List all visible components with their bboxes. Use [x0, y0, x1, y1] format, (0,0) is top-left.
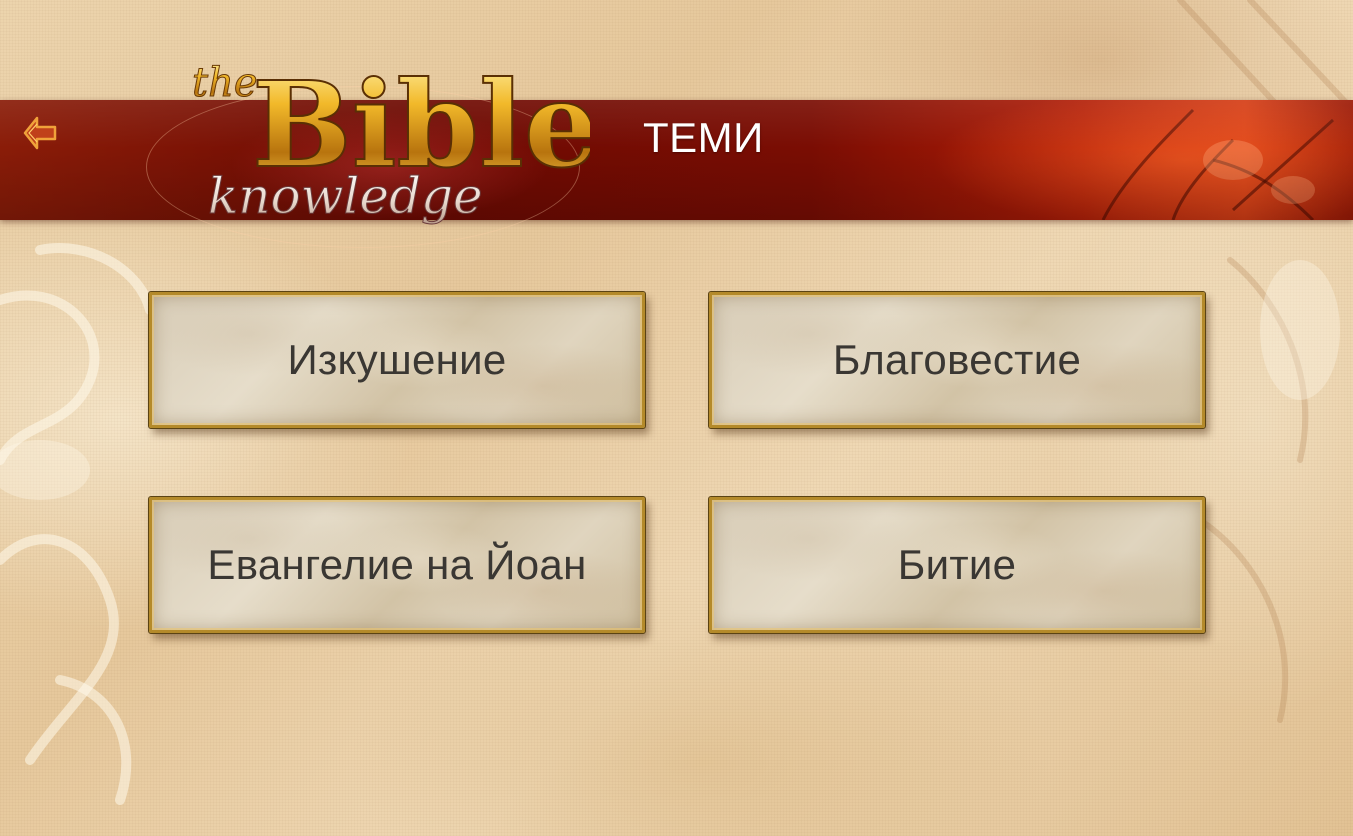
back-arrow-icon	[23, 116, 57, 150]
logo-knowledge-text: knowledge	[208, 167, 483, 225]
topic-button-temptation[interactable]: Изкушение	[148, 291, 646, 429]
header-artwork	[933, 100, 1353, 220]
topic-label: Изкушение	[287, 336, 507, 383]
topic-label: Благовестие	[832, 336, 1082, 383]
bible-knowledge-logo: the Bible knowledge	[192, 54, 591, 226]
back-button[interactable]	[22, 113, 58, 153]
topic-label: Евангелие на Йоан	[207, 541, 587, 588]
page-title: ТЕМИ	[643, 114, 764, 161]
topic-label: Битие	[897, 541, 1017, 588]
topic-button-genesis[interactable]: Битие	[708, 496, 1206, 634]
topic-button-gospel-of-john[interactable]: Евангелие на Йоан	[148, 496, 646, 634]
topic-button-annunciation[interactable]: Благовестие	[708, 291, 1206, 429]
logo-the-text: the	[192, 60, 258, 106]
